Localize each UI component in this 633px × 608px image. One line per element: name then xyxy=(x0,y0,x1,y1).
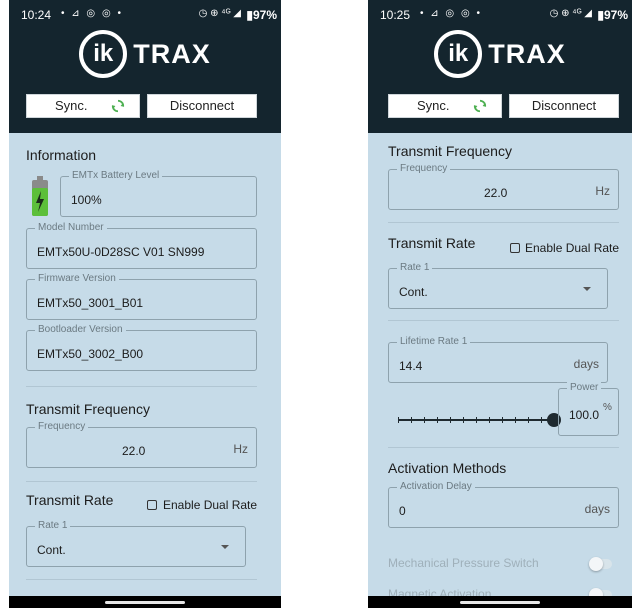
sync-button[interactable]: Sync. xyxy=(388,94,502,118)
divider xyxy=(26,386,257,387)
divider xyxy=(26,579,257,580)
trax-wordmark: TRAX xyxy=(488,38,566,69)
dual-rate-checkbox[interactable] xyxy=(147,500,157,510)
dual-rate-checkbox[interactable] xyxy=(510,243,520,253)
system-icons: ◷ ⊕ ⁴ᴳ ◢ xyxy=(198,8,241,19)
phone-screen-left: 10:24 • ⊿ ◎ ◎ • ◷ ⊕ ⁴ᴳ ◢ ▮97% ik TRAX Syn… xyxy=(9,0,281,608)
frequency-field[interactable]: Frequency 22.0 Hz xyxy=(388,163,619,210)
frequency-field[interactable]: Frequency 22.0 Hz xyxy=(26,421,257,468)
sync-icon xyxy=(473,99,487,113)
status-time: 10:25 xyxy=(380,8,411,22)
power-value: 100.0 xyxy=(569,408,600,422)
nav-bar xyxy=(9,596,281,608)
lifetime-rate-value: 14.4 xyxy=(399,359,423,373)
firmware-version-label: Firmware Version xyxy=(35,273,119,284)
dual-rate-label[interactable]: Enable Dual Rate xyxy=(163,498,257,512)
lifetime-rate-field: Lifetime Rate 1 14.4 days xyxy=(388,336,608,383)
dropdown-caret-icon xyxy=(221,545,229,549)
power-field[interactable]: Power 100.0 % xyxy=(558,382,619,436)
sync-button-label: Sync. xyxy=(417,98,450,113)
battery-percent: ▮97% xyxy=(246,8,277,22)
ik-trax-logo: ik TRAX xyxy=(9,30,281,78)
battery-level-value: 100% xyxy=(71,193,102,207)
activation-methods-title: Activation Methods xyxy=(388,460,507,476)
model-number-value: EMTx50U-0D28SC V01 SN999 xyxy=(37,245,205,259)
model-number-field: Model Number EMTx50U-0D28SC V01 SN999 xyxy=(26,222,257,269)
sync-icon xyxy=(111,99,125,113)
notification-icons: • ⊿ ◎ ◎ • xyxy=(420,8,482,19)
battery-level-field: EMTx Battery Level 100% xyxy=(60,170,257,217)
settings-content: Transmit Frequency Frequency 22.0 Hz Tra… xyxy=(368,133,632,608)
rate-1-select[interactable]: Rate 1 Cont. xyxy=(26,520,246,567)
firmware-version-field: Firmware Version EMTx50_3001_B01 xyxy=(26,273,257,320)
frequency-unit: Hz xyxy=(595,184,610,198)
home-gesture-bar[interactable] xyxy=(460,601,540,604)
rate-1-value: Cont. xyxy=(37,543,66,557)
transmit-rate-title: Transmit Rate xyxy=(388,235,476,251)
frequency-value: 22.0 xyxy=(484,186,508,200)
model-number-label: Model Number xyxy=(35,222,107,233)
nav-bar xyxy=(368,596,632,608)
status-bar: 10:25 • ⊿ ◎ ◎ • ◷ ⊕ ⁴ᴳ ◢ ▮97% xyxy=(368,0,632,26)
home-gesture-bar[interactable] xyxy=(105,601,185,604)
settings-content: Information EMTx Battery Level 100% Mode… xyxy=(9,133,281,608)
app-header: 10:24 • ⊿ ◎ ◎ • ◷ ⊕ ⁴ᴳ ◢ ▮97% ik TRAX Syn… xyxy=(9,0,281,133)
disconnect-button[interactable]: Disconnect xyxy=(147,94,257,118)
ik-trax-logo: ik TRAX xyxy=(368,30,632,78)
divider xyxy=(388,222,619,223)
transmit-frequency-title: Transmit Frequency xyxy=(388,143,512,159)
frequency-unit: Hz xyxy=(233,442,248,456)
transmit-frequency-title: Transmit Frequency xyxy=(26,401,150,417)
bootloader-version-value: EMTx50_3002_B00 xyxy=(37,347,144,361)
divider xyxy=(26,481,257,482)
rate-1-value: Cont. xyxy=(399,285,428,299)
system-icons: ◷ ⊕ ⁴ᴳ ◢ xyxy=(549,8,592,19)
information-title: Information xyxy=(26,147,97,163)
frequency-value: 22.0 xyxy=(122,444,146,458)
activation-delay-label: Activation Delay xyxy=(397,481,475,492)
power-label: Power xyxy=(567,382,602,393)
frequency-label: Frequency xyxy=(35,421,89,432)
sync-button-label: Sync. xyxy=(55,98,88,113)
activation-delay-value: 0 xyxy=(399,504,406,518)
phone-screen-right: 10:25 • ⊿ ◎ ◎ • ◷ ⊕ ⁴ᴳ ◢ ▮97% ik TRAX Syn… xyxy=(368,0,632,608)
battery-percent: ▮97% xyxy=(597,8,628,22)
activation-delay-field[interactable]: Activation Delay 0 days xyxy=(388,481,619,528)
bootloader-version-label: Bootloader Version xyxy=(35,324,126,335)
frequency-label: Frequency xyxy=(397,163,451,174)
pressure-switch-label: Mechanical Pressure Switch xyxy=(388,556,539,570)
divider xyxy=(388,320,619,321)
status-bar: 10:24 • ⊿ ◎ ◎ • ◷ ⊕ ⁴ᴳ ◢ ▮97% xyxy=(9,0,281,26)
transmit-rate-title: Transmit Rate xyxy=(26,492,114,508)
trax-wordmark: TRAX xyxy=(133,38,211,69)
divider xyxy=(388,447,619,448)
rate-1-label: Rate 1 xyxy=(35,520,71,531)
power-slider[interactable] xyxy=(398,411,561,431)
battery-level-label: EMTx Battery Level xyxy=(69,170,163,181)
power-unit: % xyxy=(603,402,612,413)
dual-rate-label[interactable]: Enable Dual Rate xyxy=(525,241,619,255)
pressure-switch-toggle[interactable] xyxy=(589,557,612,571)
lifetime-rate-unit: days xyxy=(573,357,599,371)
bootloader-version-field: Bootloader Version EMTx50_3002_B00 xyxy=(26,324,257,371)
rate-1-select[interactable]: Rate 1 Cont. xyxy=(388,262,608,309)
battery-icon xyxy=(32,176,48,216)
status-time: 10:24 xyxy=(21,8,52,22)
ik-logo-mark: ik xyxy=(79,30,128,78)
sync-button[interactable]: Sync. xyxy=(26,94,140,118)
ik-logo-mark: ik xyxy=(434,30,483,78)
toggle-knob xyxy=(589,557,603,571)
activation-delay-unit: days xyxy=(584,502,610,516)
lifetime-rate-label: Lifetime Rate 1 xyxy=(397,336,471,347)
slider-tick-marks xyxy=(398,417,554,423)
rate-1-label: Rate 1 xyxy=(397,262,433,273)
disconnect-button[interactable]: Disconnect xyxy=(509,94,619,118)
app-header: 10:25 • ⊿ ◎ ◎ • ◷ ⊕ ⁴ᴳ ◢ ▮97% ik TRAX Syn… xyxy=(368,0,632,133)
notification-icons: • ⊿ ◎ ◎ • xyxy=(61,8,123,19)
dropdown-caret-icon xyxy=(583,287,591,291)
firmware-version-value: EMTx50_3001_B01 xyxy=(37,296,144,310)
